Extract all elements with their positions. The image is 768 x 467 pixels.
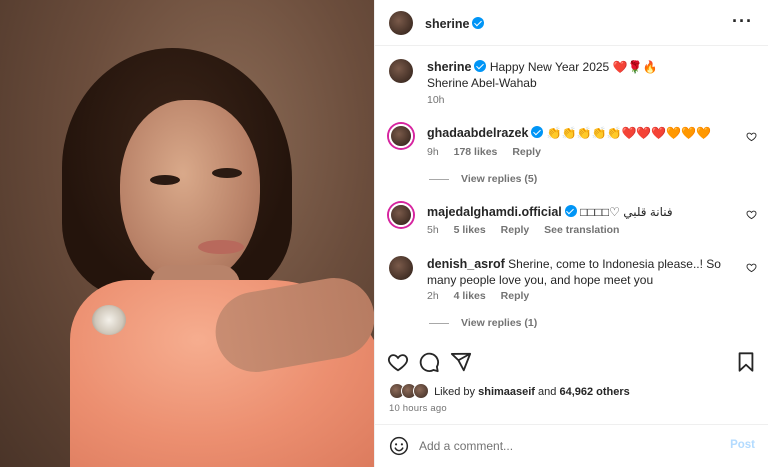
replies-divider — [429, 322, 449, 324]
comment-item: majedalghamdi.official □□□□♡ فنانة قلبي … — [375, 198, 768, 242]
view-replies-button[interactable]: View replies (5) — [429, 173, 537, 185]
action-bar — [375, 345, 768, 379]
post-image[interactable] — [0, 0, 374, 467]
comment-username[interactable]: majedalghamdi.official — [427, 205, 562, 219]
comment-meta: 5h 5 likes Reply See translation — [427, 224, 631, 236]
author-row: sherine — [425, 16, 485, 31]
comment-text: ghadaabdelrazek 👏👏👏👏👏❤️❤️❤️🧡🧡🧡 — [427, 125, 711, 141]
view-replies-label: View replies (1) — [461, 317, 538, 329]
image-earring — [92, 305, 126, 335]
view-replies-button[interactable]: View replies (1) — [429, 317, 537, 329]
view-replies-label: View replies (5) — [461, 173, 538, 185]
like-comment-heart-icon[interactable] — [746, 131, 757, 142]
liked-by-and: and — [538, 385, 557, 398]
comment-bubble-icon[interactable] — [418, 351, 440, 373]
comment-likes[interactable]: 5 likes — [454, 224, 486, 236]
comment-username[interactable]: ghadaabdelrazek — [427, 126, 528, 140]
image-lips — [198, 240, 244, 254]
comment-item: denish_asrof Sherine, come to Indonesia … — [375, 252, 768, 334]
reply-button[interactable]: Reply — [512, 146, 541, 158]
comment-meta: 9h 178 likes Reply — [427, 146, 553, 158]
caption-avatar[interactable] — [389, 59, 413, 83]
comment-time: 5h — [427, 224, 439, 236]
like-heart-icon[interactable] — [387, 351, 409, 373]
verified-badge-icon — [474, 60, 487, 72]
comment-body: 👏👏👏👏👏❤️❤️❤️🧡🧡🧡 — [546, 126, 712, 140]
add-comment-bar: Post — [375, 424, 768, 467]
emoji-smiley-icon[interactable] — [389, 436, 409, 456]
save-bookmark-icon[interactable] — [735, 351, 757, 373]
image-eye-right — [212, 168, 242, 178]
add-comment-input[interactable] — [419, 437, 699, 455]
liked-by-avatars[interactable] — [389, 383, 431, 401]
author-username[interactable]: sherine — [425, 17, 469, 31]
caption-text: sherine Happy New Year 2025 ❤️🌹🔥 Sherine… — [427, 59, 657, 91]
see-translation-button[interactable]: See translation — [544, 224, 619, 236]
comment-text: majedalghamdi.official □□□□♡ فنانة قلبي — [427, 204, 673, 220]
caption-line1: Happy New Year 2025 ❤️🌹🔥 — [489, 60, 658, 74]
caption-line2: Sherine Abel-Wahab — [427, 76, 537, 90]
author-avatar[interactable] — [389, 11, 413, 35]
image-face — [120, 100, 260, 285]
post-header: sherine ··· — [375, 0, 768, 46]
post-timestamp: 10 hours ago — [389, 403, 447, 414]
caption: sherine Happy New Year 2025 ❤️🌹🔥 Sherine… — [375, 56, 768, 110]
post-detail-panel: sherine ··· sherine Happy New Year 2025 … — [374, 0, 768, 467]
comment-likes[interactable]: 4 likes — [454, 290, 486, 302]
liked-by-user[interactable]: shimaaseif — [478, 386, 535, 398]
comment-avatar[interactable] — [389, 203, 413, 227]
verified-badge-icon — [472, 17, 485, 29]
like-comment-heart-icon[interactable] — [746, 262, 757, 273]
comment-likes[interactable]: 178 likes — [454, 146, 498, 158]
comment-meta: 2h 4 likes Reply — [427, 290, 541, 302]
reply-button[interactable]: Reply — [501, 290, 530, 302]
verified-badge-icon — [531, 126, 544, 138]
comment-avatar[interactable] — [389, 124, 413, 148]
reply-button[interactable]: Reply — [501, 224, 530, 236]
more-horizontal-icon[interactable]: ··· — [732, 12, 753, 30]
replies-divider — [429, 178, 449, 180]
comment-body: □□□□♡ فنانة قلبي — [580, 205, 673, 219]
comment-time: 2h — [427, 290, 439, 302]
comment-username[interactable]: denish_asrof — [427, 257, 505, 271]
caption-username[interactable]: sherine — [427, 60, 471, 74]
liked-by-row: Liked by shimaaseif and 64,962 others — [389, 383, 630, 403]
image-eye-left — [150, 175, 180, 185]
comment-text: denish_asrof Sherine, come to Indonesia … — [427, 256, 727, 288]
liker-avatar — [413, 383, 429, 399]
share-send-icon[interactable] — [450, 351, 472, 373]
comment-avatar[interactable] — [389, 256, 413, 280]
comment-item: ghadaabdelrazek 👏👏👏👏👏❤️❤️❤️🧡🧡🧡 9h 178 li… — [375, 120, 768, 190]
like-comment-heart-icon[interactable] — [746, 209, 757, 220]
caption-time: 10h — [427, 94, 445, 106]
verified-badge-icon — [564, 205, 577, 217]
post-comment-button[interactable]: Post — [730, 439, 755, 451]
comment-time: 9h — [427, 146, 439, 158]
liked-by-prefix: Liked by — [434, 385, 476, 398]
liked-by-others[interactable]: 64,962 others — [559, 386, 629, 398]
